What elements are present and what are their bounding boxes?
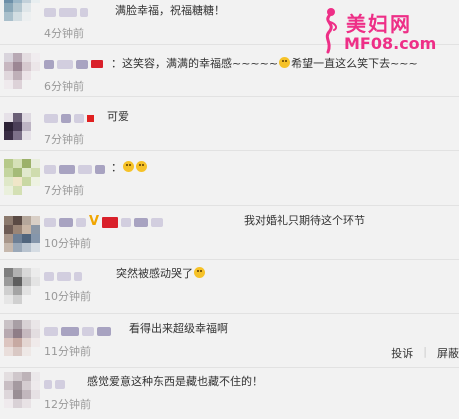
report-button[interactable]: 投诉 bbox=[391, 345, 413, 361]
comment-item: 感觉爱意这种东西是藏也藏不住的！ 12分钟前 bbox=[0, 368, 459, 419]
comment-time: 11分钟前 bbox=[44, 345, 91, 358]
comment-actions: 投诉 | 屏蔽 bbox=[391, 345, 459, 361]
comment-item: V 我对婚礼只期待这个环节 10分钟前 bbox=[0, 206, 459, 258]
comment-text: 看得出来超级幸福啊 bbox=[129, 322, 228, 335]
comment-time: 10分钟前 bbox=[44, 237, 91, 250]
username[interactable] bbox=[44, 378, 65, 390]
verified-icon: V bbox=[89, 214, 100, 229]
smile-emoji-icon bbox=[123, 161, 134, 172]
avatar[interactable] bbox=[4, 320, 40, 356]
avatar[interactable] bbox=[4, 372, 40, 408]
avatar[interactable] bbox=[4, 113, 40, 149]
comment-item: 看得出来超级幸福啊 11分钟前 投诉 | 屏蔽 bbox=[0, 314, 459, 366]
username[interactable] bbox=[44, 270, 82, 282]
smile-emoji-icon bbox=[136, 161, 147, 172]
action-separator: | bbox=[423, 345, 427, 358]
member-badge bbox=[91, 60, 103, 68]
woman-silhouette-icon bbox=[325, 8, 338, 54]
comment-text: 我对婚礼只期待这个环节 bbox=[244, 214, 365, 227]
member-badge bbox=[87, 114, 94, 122]
comment-text: 感觉爱意这种东西是藏也藏不住的！ bbox=[87, 375, 263, 388]
comment-time: 6分钟前 bbox=[44, 80, 84, 93]
username[interactable] bbox=[44, 58, 103, 70]
comment-text: 满脸幸福，祝福糖糖！ bbox=[115, 4, 225, 17]
avatar[interactable] bbox=[4, 268, 40, 304]
site-watermark: 美妇网 MF08.com bbox=[308, 4, 459, 56]
username[interactable] bbox=[44, 6, 88, 18]
kiss-emoji-icon bbox=[279, 57, 291, 68]
avatar[interactable] bbox=[4, 53, 40, 89]
username[interactable] bbox=[44, 325, 111, 337]
username[interactable] bbox=[44, 112, 94, 124]
comment-text: 突然被感动哭了 bbox=[116, 267, 206, 281]
comment-time: 10分钟前 bbox=[44, 290, 91, 303]
comment-text: ：这笑容，满满的幸福感~~~~~ 希望一直这么笑下去~~~ bbox=[111, 57, 418, 70]
comment-item: 突然被感动哭了 10分钟前 bbox=[0, 260, 459, 312]
comment-time: 7分钟前 bbox=[44, 133, 84, 146]
avatar[interactable] bbox=[4, 0, 40, 30]
avatar[interactable] bbox=[4, 216, 40, 252]
username[interactable]: V bbox=[44, 214, 164, 229]
watermark-url: MF08.com bbox=[344, 34, 437, 53]
comment-time: 7分钟前 bbox=[44, 184, 84, 197]
watermark-logo-text: 美妇网 bbox=[346, 12, 412, 36]
comment-item: 可爱 7分钟前 bbox=[0, 97, 459, 149]
comment-time: 4分钟前 bbox=[44, 27, 84, 40]
block-button[interactable]: 屏蔽 bbox=[437, 345, 459, 361]
member-badge bbox=[102, 216, 119, 228]
crying-laugh-emoji-icon bbox=[194, 267, 205, 278]
comment-text: 可爱 bbox=[107, 110, 129, 123]
avatar[interactable] bbox=[4, 159, 40, 195]
comment-text: ： bbox=[111, 161, 148, 175]
username[interactable] bbox=[44, 163, 105, 175]
comment-time: 12分钟前 bbox=[44, 398, 91, 411]
comment-item: ： 7分钟前 bbox=[0, 151, 459, 204]
